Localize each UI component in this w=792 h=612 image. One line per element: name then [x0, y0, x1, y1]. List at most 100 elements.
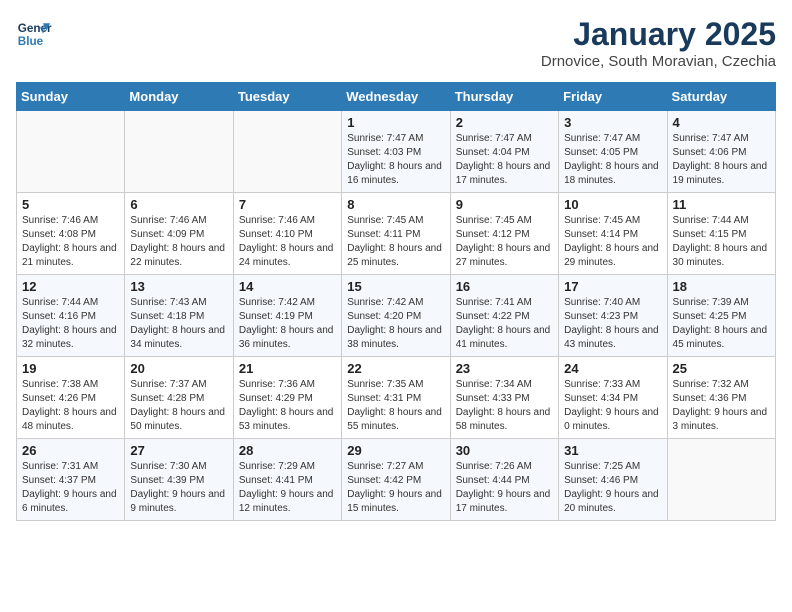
calendar-cell: 7 Sunrise: 7:46 AM Sunset: 4:10 PM Daylig…: [233, 193, 341, 275]
cell-content: Sunrise: 7:47 AM Sunset: 4:03 PM Dayligh…: [347, 132, 444, 188]
calendar-cell: 28Sunrise: 7:29 AM Sunset: 4:41 PM Dayli…: [233, 439, 341, 521]
cell-content: Sunrise: 7:47 AM Sunset: 4:04 PM Dayligh…: [456, 132, 553, 188]
calendar-cell: 18 Sunrise: 7:39 AM Sunset: 4:25 PM Dayli…: [667, 275, 775, 357]
day-number: 3: [564, 115, 661, 130]
day-number: 1: [347, 115, 444, 130]
weekday-wednesday: Wednesday: [342, 83, 450, 111]
svg-text:Blue: Blue: [18, 35, 44, 48]
calendar-subtitle: Drnovice, South Moravian, Czechia: [541, 53, 776, 70]
calendar-cell: 15 Sunrise: 7:42 AM Sunset: 4:20 PM Dayli…: [342, 275, 450, 357]
calendar-cell: [17, 111, 125, 193]
day-number: 31: [564, 443, 661, 458]
day-number: 2: [456, 115, 553, 130]
calendar-cell: 24 Sunrise: 7:33 AM Sunset: 4:34 PM Dayli…: [559, 357, 667, 439]
cell-content: Sunrise: 7:27 AM Sunset: 4:42 PM Dayligh…: [347, 460, 444, 516]
weekday-friday: Friday: [559, 83, 667, 111]
calendar-cell: 22Sunrise: 7:35 AM Sunset: 4:31 PM Dayli…: [342, 357, 450, 439]
calendar-cell: 3 Sunrise: 7:47 AM Sunset: 4:05 PM Daylig…: [559, 111, 667, 193]
logo: General Blue: [16, 16, 52, 52]
cell-content: Sunrise: 7:42 AM Sunset: 4:19 PM Dayligh…: [239, 296, 336, 352]
calendar-cell: 29 Sunrise: 7:27 AM Sunset: 4:42 PM Dayli…: [342, 439, 450, 521]
cell-content: Sunrise: 7:42 AM Sunset: 4:20 PM Dayligh…: [347, 296, 444, 352]
calendar-cell: 5 Sunrise: 7:46 AM Sunset: 4:08 PM Daylig…: [17, 193, 125, 275]
calendar-cell: 8Sunrise: 7:45 AM Sunset: 4:11 PM Daylig…: [342, 193, 450, 275]
weekday-header-row: SundayMondayTuesdayWednesdayThursdayFrid…: [17, 83, 776, 111]
cell-content: Sunrise: 7:39 AM Sunset: 4:25 PM Dayligh…: [673, 296, 770, 352]
calendar-cell: 27 Sunrise: 7:30 AM Sunset: 4:39 PM Dayli…: [125, 439, 233, 521]
day-number: 18: [673, 279, 770, 294]
day-number: 14: [239, 279, 336, 294]
day-number: 30: [456, 443, 553, 458]
weekday-sunday: Sunday: [17, 83, 125, 111]
calendar-cell: 1 Sunrise: 7:47 AM Sunset: 4:03 PM Daylig…: [342, 111, 450, 193]
cell-content: Sunrise: 7:45 AM Sunset: 4:12 PM Dayligh…: [456, 214, 553, 270]
cell-content: Sunrise: 7:30 AM Sunset: 4:39 PM Dayligh…: [130, 460, 227, 516]
calendar-cell: 30 Sunrise: 7:26 AM Sunset: 4:44 PM Dayli…: [450, 439, 558, 521]
calendar-cell: [667, 439, 775, 521]
cell-content: Sunrise: 7:46 AM Sunset: 4:10 PM Dayligh…: [239, 214, 336, 270]
cell-content: Sunrise: 7:47 AM Sunset: 4:06 PM Dayligh…: [673, 132, 770, 188]
cell-content: Sunrise: 7:32 AM Sunset: 4:36 PM Dayligh…: [673, 378, 770, 434]
logo-icon: General Blue: [16, 16, 52, 52]
calendar-title: January 2025: [541, 16, 776, 53]
cell-content: Sunrise: 7:43 AM Sunset: 4:18 PM Dayligh…: [130, 296, 227, 352]
weekday-saturday: Saturday: [667, 83, 775, 111]
week-row-5: 26 Sunrise: 7:31 AM Sunset: 4:37 PM Dayli…: [17, 439, 776, 521]
calendar-cell: 23 Sunrise: 7:34 AM Sunset: 4:33 PM Dayli…: [450, 357, 558, 439]
day-number: 29: [347, 443, 444, 458]
calendar-cell: 21Sunrise: 7:36 AM Sunset: 4:29 PM Dayli…: [233, 357, 341, 439]
weekday-tuesday: Tuesday: [233, 83, 341, 111]
cell-content: Sunrise: 7:45 AM Sunset: 4:14 PM Dayligh…: [564, 214, 661, 270]
day-number: 16: [456, 279, 553, 294]
cell-content: Sunrise: 7:46 AM Sunset: 4:08 PM Dayligh…: [22, 214, 119, 270]
day-number: 19: [22, 361, 119, 376]
day-number: 15: [347, 279, 444, 294]
day-number: 4: [673, 115, 770, 130]
day-number: 25: [673, 361, 770, 376]
day-number: 7: [239, 197, 336, 212]
cell-content: Sunrise: 7:44 AM Sunset: 4:16 PM Dayligh…: [22, 296, 119, 352]
calendar-cell: 20 Sunrise: 7:37 AM Sunset: 4:28 PM Dayli…: [125, 357, 233, 439]
cell-content: Sunrise: 7:34 AM Sunset: 4:33 PM Dayligh…: [456, 378, 553, 434]
calendar-cell: 6Sunrise: 7:46 AM Sunset: 4:09 PM Daylig…: [125, 193, 233, 275]
calendar-cell: 9 Sunrise: 7:45 AM Sunset: 4:12 PM Daylig…: [450, 193, 558, 275]
calendar-cell: 12Sunrise: 7:44 AM Sunset: 4:16 PM Dayli…: [17, 275, 125, 357]
calendar-cell: 13Sunrise: 7:43 AM Sunset: 4:18 PM Dayli…: [125, 275, 233, 357]
day-number: 11: [673, 197, 770, 212]
cell-content: Sunrise: 7:45 AM Sunset: 4:11 PM Dayligh…: [347, 214, 444, 270]
cell-content: Sunrise: 7:33 AM Sunset: 4:34 PM Dayligh…: [564, 378, 661, 434]
day-number: 5: [22, 197, 119, 212]
week-row-1: 1 Sunrise: 7:47 AM Sunset: 4:03 PM Daylig…: [17, 111, 776, 193]
day-number: 23: [456, 361, 553, 376]
day-number: 26: [22, 443, 119, 458]
day-number: 24: [564, 361, 661, 376]
day-number: 20: [130, 361, 227, 376]
cell-content: Sunrise: 7:41 AM Sunset: 4:22 PM Dayligh…: [456, 296, 553, 352]
calendar-cell: 10Sunrise: 7:45 AM Sunset: 4:14 PM Dayli…: [559, 193, 667, 275]
week-row-2: 5 Sunrise: 7:46 AM Sunset: 4:08 PM Daylig…: [17, 193, 776, 275]
day-number: 17: [564, 279, 661, 294]
calendar-body: 1 Sunrise: 7:47 AM Sunset: 4:03 PM Daylig…: [17, 111, 776, 521]
day-number: 28: [239, 443, 336, 458]
cell-content: Sunrise: 7:35 AM Sunset: 4:31 PM Dayligh…: [347, 378, 444, 434]
cell-content: Sunrise: 7:38 AM Sunset: 4:26 PM Dayligh…: [22, 378, 119, 434]
calendar-cell: [233, 111, 341, 193]
cell-content: Sunrise: 7:26 AM Sunset: 4:44 PM Dayligh…: [456, 460, 553, 516]
day-number: 27: [130, 443, 227, 458]
calendar-cell: 2 Sunrise: 7:47 AM Sunset: 4:04 PM Daylig…: [450, 111, 558, 193]
weekday-monday: Monday: [125, 83, 233, 111]
calendar-cell: 26 Sunrise: 7:31 AM Sunset: 4:37 PM Dayli…: [17, 439, 125, 521]
weekday-thursday: Thursday: [450, 83, 558, 111]
calendar-table: SundayMondayTuesdayWednesdayThursdayFrid…: [16, 82, 776, 521]
calendar-cell: 14 Sunrise: 7:42 AM Sunset: 4:19 PM Dayli…: [233, 275, 341, 357]
calendar-cell: 17 Sunrise: 7:40 AM Sunset: 4:23 PM Dayli…: [559, 275, 667, 357]
title-area: January 2025 Drnovice, South Moravian, C…: [541, 16, 776, 70]
day-number: 6: [130, 197, 227, 212]
cell-content: Sunrise: 7:37 AM Sunset: 4:28 PM Dayligh…: [130, 378, 227, 434]
day-number: 9: [456, 197, 553, 212]
calendar-cell: 31Sunrise: 7:25 AM Sunset: 4:46 PM Dayli…: [559, 439, 667, 521]
calendar-cell: 25 Sunrise: 7:32 AM Sunset: 4:36 PM Dayli…: [667, 357, 775, 439]
cell-content: Sunrise: 7:47 AM Sunset: 4:05 PM Dayligh…: [564, 132, 661, 188]
cell-content: Sunrise: 7:40 AM Sunset: 4:23 PM Dayligh…: [564, 296, 661, 352]
cell-content: Sunrise: 7:31 AM Sunset: 4:37 PM Dayligh…: [22, 460, 119, 516]
